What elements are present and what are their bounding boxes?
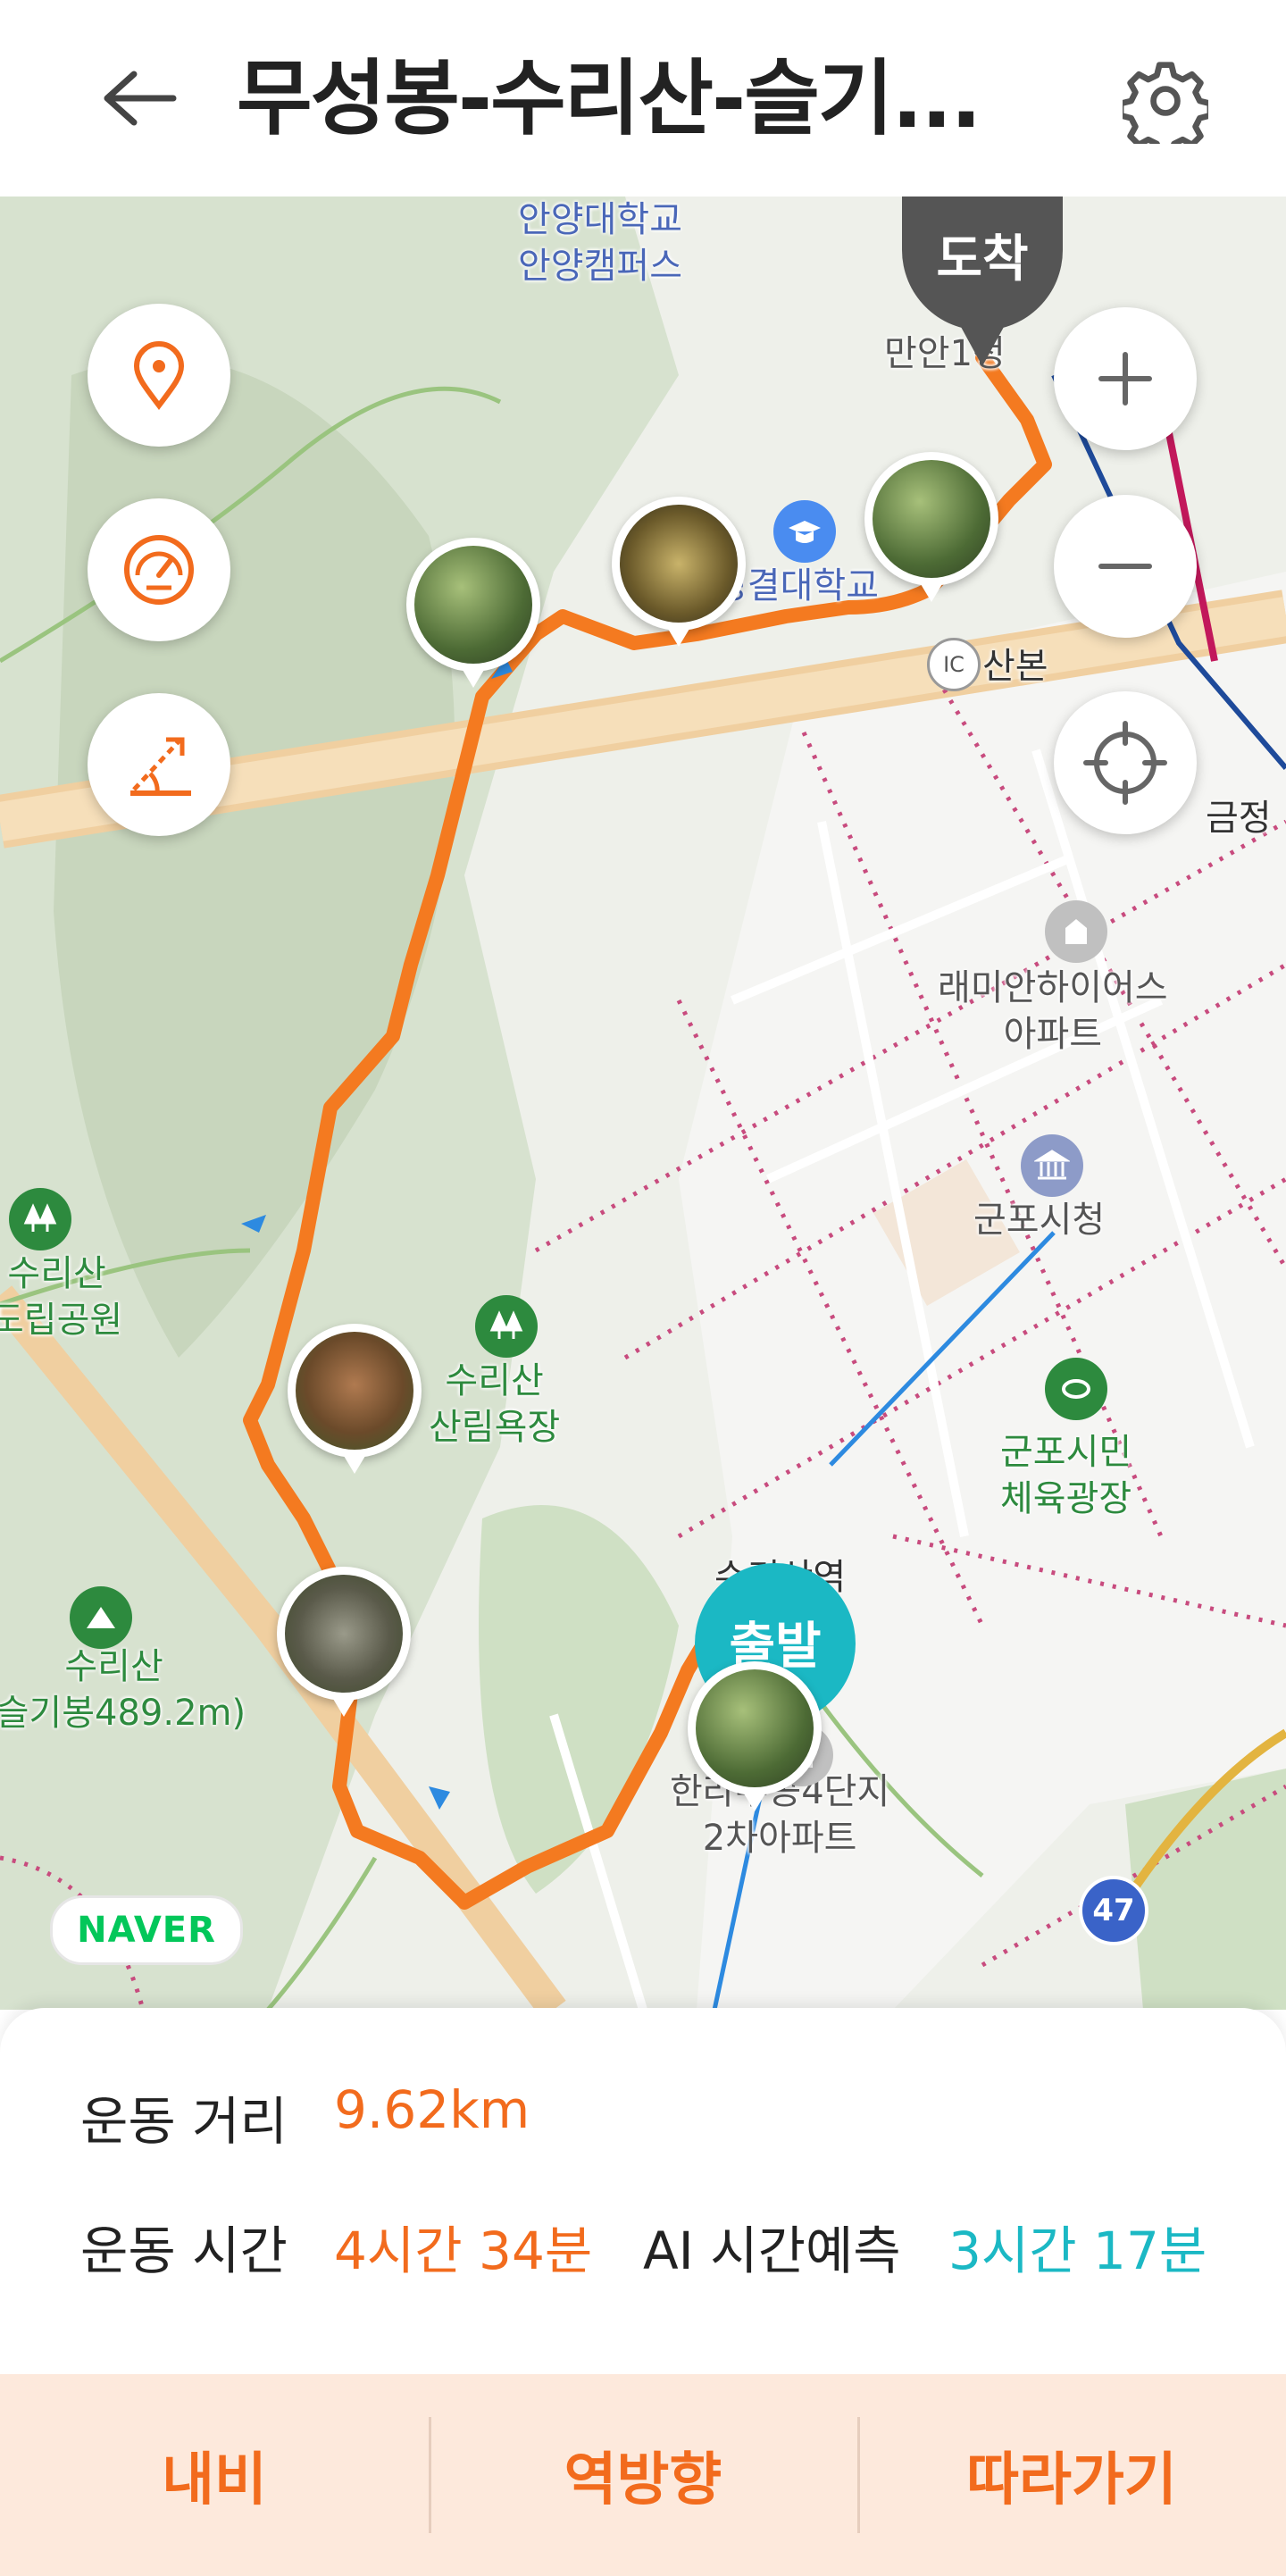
slope-button[interactable] <box>88 693 230 836</box>
distance-value: 9.62km <box>334 2079 530 2140</box>
map-view[interactable]: 안양대학교 안양캠퍼스 만안1청 성결대학교 산본 IC 금정 래미안하이어스 … <box>0 197 1286 2010</box>
workout-stats-panel: 운동 거리 9.62km 운동 시간 4시간 34분 AI 시간예측 3시간 1… <box>0 2008 1286 2374</box>
depart-photo-pin[interactable] <box>688 1661 822 1811</box>
time-value: 4시간 34분 <box>334 2221 593 2281</box>
stadium-icon <box>1045 1358 1107 1420</box>
settings-button[interactable] <box>1116 52 1215 150</box>
slope-icon <box>130 737 191 796</box>
location-pin-icon <box>133 341 185 410</box>
label-sanbon: 산본 <box>982 646 1048 687</box>
time-label: 운동 시간 <box>80 2221 288 2281</box>
label-gunpo-sports: 군포시민 체육광장 <box>1000 1432 1132 1519</box>
label-surisan-forest: 수리산 산림욕장 <box>429 1360 561 1448</box>
reverse-button[interactable]: 역방향 <box>429 2374 857 2576</box>
label-surisan-peak: 수리산 (슬기봉489.2m) <box>0 1646 246 1734</box>
route-photo-pin[interactable] <box>277 1567 411 1717</box>
route-photo-pin[interactable] <box>864 452 998 602</box>
label-gunpo-city-hall: 군포시청 <box>973 1200 1106 1241</box>
mountain-icon <box>70 1586 132 1649</box>
route-photo-pin[interactable] <box>612 497 746 647</box>
route-photo-pin[interactable] <box>406 538 540 688</box>
arrow-left-icon <box>104 71 177 126</box>
gear-icon <box>1123 62 1208 144</box>
naver-logo: NAVER <box>50 1895 243 1965</box>
minus-icon <box>1098 564 1152 569</box>
header-bar: 무성봉-수리산-슬기... <box>0 0 1286 197</box>
building-icon <box>1045 900 1107 963</box>
map-base <box>0 197 1286 2010</box>
page-title: 무성봉-수리산-슬기... <box>237 51 981 146</box>
tree-icon <box>9 1188 71 1250</box>
distance-label: 운동 거리 <box>80 2091 288 2152</box>
follow-button[interactable]: 따라가기 <box>857 2374 1286 2576</box>
plus-icon <box>1098 352 1152 406</box>
label-geumjeong: 금정 <box>1206 798 1272 839</box>
speed-button[interactable] <box>88 498 230 641</box>
zoom-out-button[interactable] <box>1054 495 1197 638</box>
label-surisan-park: 수리산 도립공원 <box>0 1253 123 1341</box>
navi-button[interactable]: 내비 <box>0 2374 429 2576</box>
zoom-in-button[interactable] <box>1054 307 1197 450</box>
ai-estimate-label: AI 시간예측 <box>643 2221 901 2281</box>
ai-estimate-value: 3시간 17분 <box>948 2221 1207 2281</box>
highway-47-badge: 47 <box>1079 1876 1148 1945</box>
crosshair-icon <box>1083 721 1167 805</box>
label-raemian: 래미안하이어스 아파트 <box>938 967 1168 1055</box>
recenter-button[interactable] <box>1054 691 1197 834</box>
city-hall-icon <box>1021 1134 1083 1197</box>
location-button[interactable] <box>88 304 230 447</box>
university-icon <box>773 500 836 563</box>
tree-icon <box>475 1295 538 1358</box>
route-photo-pin[interactable] <box>288 1324 422 1474</box>
label-anyang-campus: 안양대학교 안양캠퍼스 <box>518 199 682 287</box>
bottom-action-bar: 내비 역방향 따라가기 <box>0 2374 1286 2576</box>
back-button[interactable] <box>89 54 188 143</box>
ic-badge: IC <box>927 638 981 691</box>
speedometer-icon <box>124 535 194 605</box>
